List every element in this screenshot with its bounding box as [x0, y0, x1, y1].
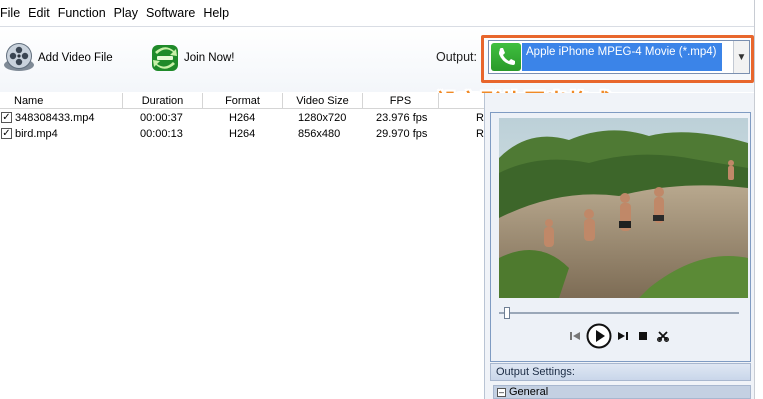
output-format-value: Apple iPhone MPEG-4 Movie (*.mp4)	[522, 43, 722, 71]
add-video-button[interactable]: Add Video File	[2, 40, 113, 76]
file-name: 348308433.mp4	[15, 112, 95, 124]
collapse-icon[interactable]: –	[497, 387, 506, 397]
row-checkbox[interactable]: ✓	[1, 128, 12, 139]
column-format[interactable]: Format	[203, 93, 283, 109]
stop-icon[interactable]	[633, 323, 653, 349]
seek-bar[interactable]	[499, 307, 739, 319]
seek-thumb[interactable]	[504, 307, 510, 319]
menu-bar: File Edit Function Play Software Help	[0, 0, 754, 27]
file-video-size: 856x480	[298, 128, 341, 140]
file-fps: 29.970 fps	[376, 128, 428, 140]
column-video-size[interactable]: Video Size	[283, 93, 363, 109]
window-edge	[754, 0, 763, 399]
file-duration: 00:00:13	[140, 128, 183, 140]
phone-icon	[491, 43, 521, 71]
menu-help[interactable]: Help	[203, 6, 237, 20]
general-label: General	[509, 386, 549, 398]
file-format: H264	[229, 112, 256, 124]
file-extra: R	[476, 128, 484, 140]
menu-edit[interactable]: Edit	[28, 6, 58, 20]
column-extra[interactable]	[439, 93, 484, 109]
output-settings-header: Output Settings:	[490, 363, 751, 381]
video-preview	[499, 118, 748, 298]
table-header: Name Duration Format Video Size FPS	[0, 93, 484, 109]
menu-function[interactable]: Function	[58, 6, 114, 20]
seek-track[interactable]	[499, 312, 739, 314]
prev-icon[interactable]	[565, 323, 585, 349]
preview-frame	[490, 112, 751, 362]
file-extra: R	[476, 112, 484, 124]
scissors-icon[interactable]	[653, 323, 673, 349]
play-icon[interactable]	[585, 323, 613, 349]
file-format: H264	[229, 128, 256, 140]
column-name[interactable]: Name	[0, 93, 123, 109]
menu-file[interactable]: File	[0, 6, 28, 20]
next-icon[interactable]	[613, 323, 633, 349]
output-label: Output:	[436, 50, 477, 64]
file-duration: 00:00:37	[140, 112, 183, 124]
output-format-select[interactable]: Apple iPhone MPEG-4 Movie (*.mp4) ▼	[488, 40, 750, 74]
column-duration[interactable]: Duration	[123, 93, 203, 109]
menu-play[interactable]: Play	[114, 6, 146, 20]
chevron-down-icon[interactable]: ▼	[733, 41, 749, 73]
column-fps[interactable]: FPS	[363, 93, 439, 109]
row-checkbox[interactable]: ✓	[1, 112, 12, 123]
join-arrows-icon	[152, 45, 178, 71]
file-table: Name Duration Format Video Size FPS ✓ 34…	[0, 93, 484, 399]
file-name: bird.mp4	[15, 128, 58, 140]
playback-controls	[565, 323, 673, 349]
join-now-label: Join Now!	[184, 52, 235, 64]
preview-panel: Output Settings: – General	[484, 93, 754, 399]
file-fps: 23.976 fps	[376, 112, 428, 124]
join-now-button[interactable]: Join Now!	[148, 40, 235, 76]
table-row[interactable]: ✓ 348308433.mp4 00:00:37 H264 1280x720 2…	[0, 110, 484, 126]
film-reel-icon	[4, 43, 34, 71]
file-video-size: 1280x720	[298, 112, 347, 124]
table-row[interactable]: ✓ bird.mp4 00:00:13 H264 856x480 29.970 …	[0, 126, 484, 142]
general-section[interactable]: – General	[493, 385, 751, 399]
add-video-label: Add Video File	[38, 52, 113, 64]
menu-software[interactable]: Software	[146, 6, 203, 20]
